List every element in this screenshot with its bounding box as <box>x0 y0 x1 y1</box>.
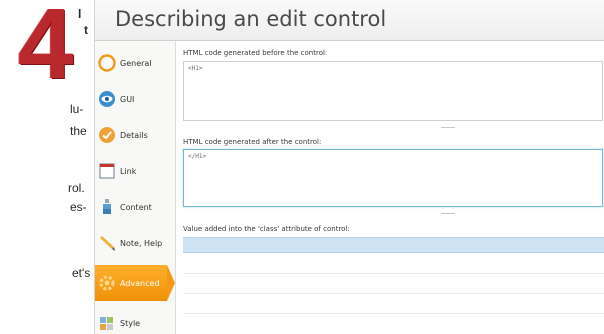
before-code-value: <H1> <box>188 65 203 72</box>
after-code-textarea[interactable]: </H1> <box>183 149 603 207</box>
page-text-fragment: lu- <box>70 102 84 116</box>
divider <box>183 313 604 314</box>
sidebar-item-details[interactable]: Details <box>95 117 175 153</box>
sidebar-item-label: Advanced <box>120 278 160 288</box>
chapter-number: 4 <box>18 0 74 100</box>
resize-grip[interactable] <box>441 127 455 128</box>
class-attribute-label: Value added into the 'class' attribute o… <box>183 225 350 233</box>
sidebar-item-label: Details <box>120 130 148 140</box>
after-code-value: </H1> <box>188 153 207 160</box>
dialog-sidebar: General GUI Details Link Content Note, H… <box>95 41 176 334</box>
sidebar-item-label: Link <box>120 166 137 176</box>
after-code-label: HTML code generated after the control: <box>183 138 322 146</box>
page-text-fragment: t <box>84 23 88 37</box>
divider <box>183 293 604 294</box>
before-code-label: HTML code generated before the control: <box>183 49 328 57</box>
dialog-title-bar: Describing an edit control <box>95 0 604 41</box>
gear-icon <box>98 274 116 292</box>
page-text-fragment: es- <box>70 200 87 214</box>
divider <box>183 273 604 274</box>
sidebar-item-gui[interactable]: GUI <box>95 81 175 117</box>
sidebar-item-label: Style <box>120 318 141 328</box>
pencil-icon <box>98 234 116 252</box>
page-text-fragment: l <box>78 7 82 21</box>
before-code-textarea[interactable]: <H1> <box>183 61 603 121</box>
page-text-fragment: the <box>70 124 87 138</box>
sidebar-item-label: Note, Help <box>120 238 163 248</box>
sidebar-item-link[interactable]: Link <box>95 153 175 189</box>
dialog-title: Describing an edit control <box>115 7 387 31</box>
eye-icon <box>98 90 116 108</box>
resize-grip[interactable] <box>441 213 455 214</box>
sidebar-item-advanced[interactable]: Advanced <box>95 265 175 301</box>
page-text-fragment: et's <box>72 266 91 280</box>
sidebar-item-style[interactable]: Style <box>95 305 175 334</box>
edit-control-dialog: Describing an edit control General GUI D… <box>94 0 604 334</box>
window-icon <box>98 162 116 180</box>
dialog-content: HTML code generated before the control: … <box>176 41 604 334</box>
sidebar-item-label: GUI <box>120 94 135 104</box>
page-text-fragment: rol. <box>68 181 85 195</box>
sidebar-item-general[interactable]: General <box>95 45 175 81</box>
badge-icon <box>98 126 116 144</box>
sidebar-item-content[interactable]: Content <box>95 189 175 225</box>
bottle-icon <box>98 198 116 216</box>
orange-circle-icon <box>98 54 116 72</box>
class-attribute-input[interactable] <box>183 237 604 253</box>
sidebar-item-label: General <box>120 58 152 68</box>
sidebar-item-note-help[interactable]: Note, Help <box>95 225 175 261</box>
palette-icon <box>98 314 116 332</box>
sidebar-item-label: Content <box>120 202 152 212</box>
